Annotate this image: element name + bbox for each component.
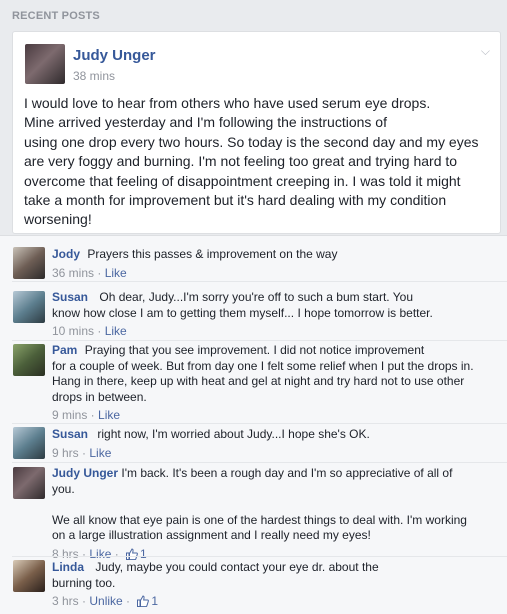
comment-timestamp[interactable]: 10 mins — [52, 324, 94, 338]
like-link[interactable]: Like — [89, 547, 111, 561]
author-avatar[interactable] — [25, 44, 65, 84]
comment-divider — [12, 462, 507, 463]
post-author-name[interactable]: Judy Unger — [73, 47, 156, 64]
comment-text: Praying that you see improvement. I did … — [52, 343, 474, 404]
comment-author-name[interactable]: Pam — [52, 343, 77, 357]
comment-timestamp[interactable]: 8 hrs — [52, 547, 79, 561]
comment-author-name[interactable]: Jody — [52, 247, 80, 261]
recent-posts-header: RECENT POSTS — [12, 10, 100, 22]
like-link[interactable]: Like — [89, 446, 111, 460]
comment-timestamp[interactable]: 9 hrs — [52, 446, 79, 460]
chevron-down-icon[interactable]: ⌵ — [481, 44, 490, 59]
comments-section: Jody Prayers this passes & improvement o… — [0, 235, 507, 614]
like-count[interactable]: 1 — [151, 594, 158, 608]
like-link[interactable]: Like — [105, 324, 127, 338]
thumbs-up-icon — [137, 595, 150, 607]
like-count[interactable]: 1 — [140, 547, 147, 561]
comment-author-name[interactable]: Susan — [52, 290, 88, 304]
comment-avatar[interactable] — [13, 344, 45, 376]
comment-timestamp[interactable]: 3 hrs — [52, 594, 79, 608]
comment-author-name[interactable]: Judy Unger — [52, 466, 118, 480]
post-body-text: I would love to hear from others who hav… — [24, 95, 479, 228]
comment-text: Oh dear, Judy...I'm sorry you're off to … — [52, 290, 433, 320]
comment-text: right now, I'm worried about Judy...I ho… — [97, 427, 370, 441]
post-card: Judy Unger 38 mins ⌵ I would love to hea… — [12, 31, 501, 234]
comment-author-name[interactable]: Susan — [52, 427, 88, 441]
comment-text: Judy, maybe you could contact your eye d… — [52, 560, 379, 590]
comment-avatar[interactable] — [13, 560, 45, 592]
like-link[interactable]: Like — [105, 266, 127, 280]
comment-divider — [12, 281, 507, 282]
comment-divider — [12, 340, 507, 341]
comment-author-name[interactable]: Linda — [52, 560, 84, 574]
thumbs-up-icon — [126, 547, 138, 560]
comment-avatar[interactable] — [13, 427, 45, 459]
unlike-link[interactable]: Unlike — [89, 594, 122, 608]
comment-divider — [12, 556, 507, 557]
comment-text: Prayers this passes & improvement on the… — [87, 247, 338, 261]
comment-avatar[interactable] — [13, 247, 45, 279]
comment-divider — [12, 423, 507, 424]
comment-avatar[interactable] — [13, 467, 45, 499]
like-link[interactable]: Like — [98, 408, 120, 422]
comment-timestamp[interactable]: 36 mins — [52, 266, 94, 280]
comment-timestamp[interactable]: 9 mins — [52, 408, 87, 422]
post-timestamp[interactable]: 38 mins — [73, 69, 115, 83]
comment-avatar[interactable] — [13, 291, 45, 323]
